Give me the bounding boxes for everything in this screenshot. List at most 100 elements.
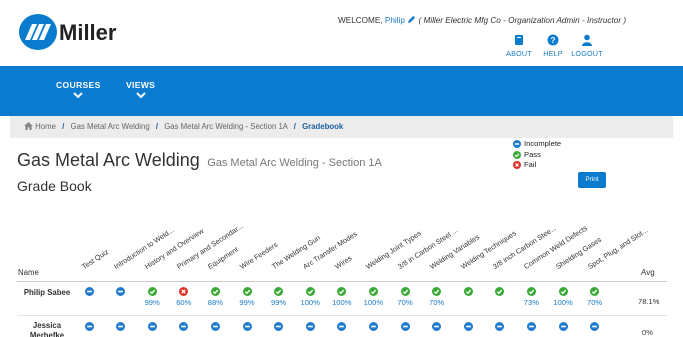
pass-icon <box>210 287 220 296</box>
pass-icon <box>513 150 521 159</box>
grade-score: 70% <box>586 298 603 307</box>
incomplete-icon <box>305 322 315 331</box>
print-button[interactable]: Print <box>578 172 606 188</box>
pass-icon <box>242 287 252 296</box>
chevron-down-icon <box>135 92 146 98</box>
breadcrumb-section[interactable]: Gas Metal Arc Welding - Section 1A <box>164 122 287 131</box>
pencil-icon[interactable] <box>407 15 416 24</box>
grade-score: 100% <box>332 298 352 307</box>
avg-column-header: Avg <box>641 268 655 277</box>
grade-cell[interactable]: 99% <box>231 287 263 307</box>
grade-cell[interactable]: 70% <box>421 287 453 307</box>
breadcrumb-separator: / <box>62 122 65 131</box>
grade-cell[interactable] <box>484 322 516 331</box>
student-name[interactable]: Philip Sabee <box>17 288 77 298</box>
grade-score: 99% <box>144 298 160 307</box>
legend-pass-label: Pass <box>524 149 541 159</box>
column-header[interactable]: Welding Joint Types <box>364 229 423 271</box>
student-name[interactable]: Jessica Merhefke <box>17 321 77 337</box>
grade-cell[interactable] <box>136 322 168 331</box>
incomplete-icon <box>495 322 505 331</box>
status-legend: Incomplete Pass Fail <box>513 139 561 171</box>
incomplete-icon <box>558 322 568 331</box>
grade-cell[interactable] <box>105 322 137 331</box>
grade-cell[interactable]: 60% <box>168 287 200 307</box>
pass-icon <box>463 287 473 296</box>
book-icon <box>515 35 523 45</box>
grade-cell[interactable] <box>515 322 547 331</box>
organization-role: ( Miller Electric Mfg Co - Organization … <box>418 16 627 25</box>
grade-score: 60% <box>176 298 192 307</box>
grade-cell[interactable] <box>168 322 200 331</box>
grade-cell[interactable]: 100% <box>326 287 358 307</box>
incomplete-icon <box>242 322 252 331</box>
grade-cell[interactable] <box>579 322 611 331</box>
logout-link[interactable]: LOGOUT <box>569 33 605 58</box>
page-title: Gas Metal Arc Welding Gas Metal Arc Weld… <box>17 150 382 171</box>
breadcrumb-course[interactable]: Gas Metal Arc Welding <box>71 122 150 131</box>
grade-cell[interactable]: 70% <box>579 287 611 307</box>
column-header[interactable]: Wires <box>333 253 353 271</box>
logout-label: LOGOUT <box>571 49 603 58</box>
pass-icon <box>147 287 157 296</box>
about-label: ABOUT <box>506 49 532 58</box>
svg-text:?: ? <box>551 36 556 45</box>
incomplete-icon <box>179 322 189 331</box>
grade-cell[interactable] <box>231 322 263 331</box>
welcome-text: WELCOME, Philip ( Miller Electric Mfg Co… <box>338 15 626 25</box>
grade-cell[interactable] <box>421 322 453 331</box>
about-link[interactable]: ABOUT <box>501 33 537 58</box>
grade-score: 99% <box>239 298 255 307</box>
grade-cell[interactable] <box>326 322 358 331</box>
nav-courses-label: COURSES <box>56 80 101 90</box>
help-link[interactable]: ? HELP <box>535 33 571 58</box>
incomplete-icon <box>210 322 220 331</box>
grade-score: 100% <box>553 298 573 307</box>
breadcrumb-bar: Home / Gas Metal Arc Welding / Gas Metal… <box>10 116 673 138</box>
grade-cell[interactable]: 100% <box>294 287 326 307</box>
help-label: HELP <box>543 49 563 58</box>
welcome-prefix: WELCOME, <box>338 16 383 25</box>
pass-icon <box>558 287 568 296</box>
grade-score: 70% <box>428 298 445 307</box>
grade-cell[interactable] <box>263 322 295 331</box>
grade-cell[interactable] <box>105 287 137 296</box>
breadcrumb-home[interactable]: Home <box>35 122 56 131</box>
grade-cell[interactable] <box>357 322 389 331</box>
grade-cell[interactable]: 70% <box>389 287 421 307</box>
grade-cell[interactable] <box>294 322 326 331</box>
incomplete-icon <box>463 322 473 331</box>
grade-cell[interactable] <box>484 287 516 296</box>
column-header[interactable]: Arc Transfer Modes <box>301 229 359 271</box>
grade-cell[interactable] <box>389 322 421 331</box>
grade-cell[interactable]: 100% <box>357 287 389 307</box>
grade-cell[interactable]: 100% <box>547 287 579 307</box>
user-icon <box>582 34 592 46</box>
column-header[interactable]: Test Quiz <box>80 247 110 271</box>
grade-cell[interactable] <box>73 322 105 331</box>
question-icon: ? <box>547 34 559 46</box>
grade-cell[interactable] <box>452 322 484 331</box>
column-header[interactable]: Spot, Plug, and Slot... <box>586 226 649 271</box>
grade-cell[interactable]: 99% <box>263 287 295 307</box>
grade-cell[interactable]: 73% <box>515 287 547 307</box>
grade-cell[interactable] <box>73 287 105 296</box>
nav-courses[interactable]: COURSES <box>56 80 101 98</box>
grade-cell[interactable] <box>452 287 484 296</box>
grade-cell[interactable] <box>547 322 579 331</box>
grade-cell[interactable] <box>199 322 231 331</box>
user-link[interactable]: Philip <box>385 16 405 25</box>
grade-cell[interactable]: 99% <box>136 287 168 307</box>
grade-cell[interactable]: 88% <box>199 287 231 307</box>
main-nav: COURSES VIEWS <box>0 66 683 116</box>
pass-icon <box>274 287 284 296</box>
miller-logo[interactable]: Miller <box>18 12 136 52</box>
gradebook-heading: Grade Book <box>17 178 92 194</box>
fail-icon <box>179 287 189 296</box>
row-divider <box>17 315 667 316</box>
name-column-header: Name <box>18 268 39 277</box>
grade-score: 99% <box>270 298 287 307</box>
incomplete-icon <box>590 322 600 331</box>
nav-views[interactable]: VIEWS <box>126 80 155 98</box>
column-header[interactable]: Welding Techniques <box>459 229 518 271</box>
